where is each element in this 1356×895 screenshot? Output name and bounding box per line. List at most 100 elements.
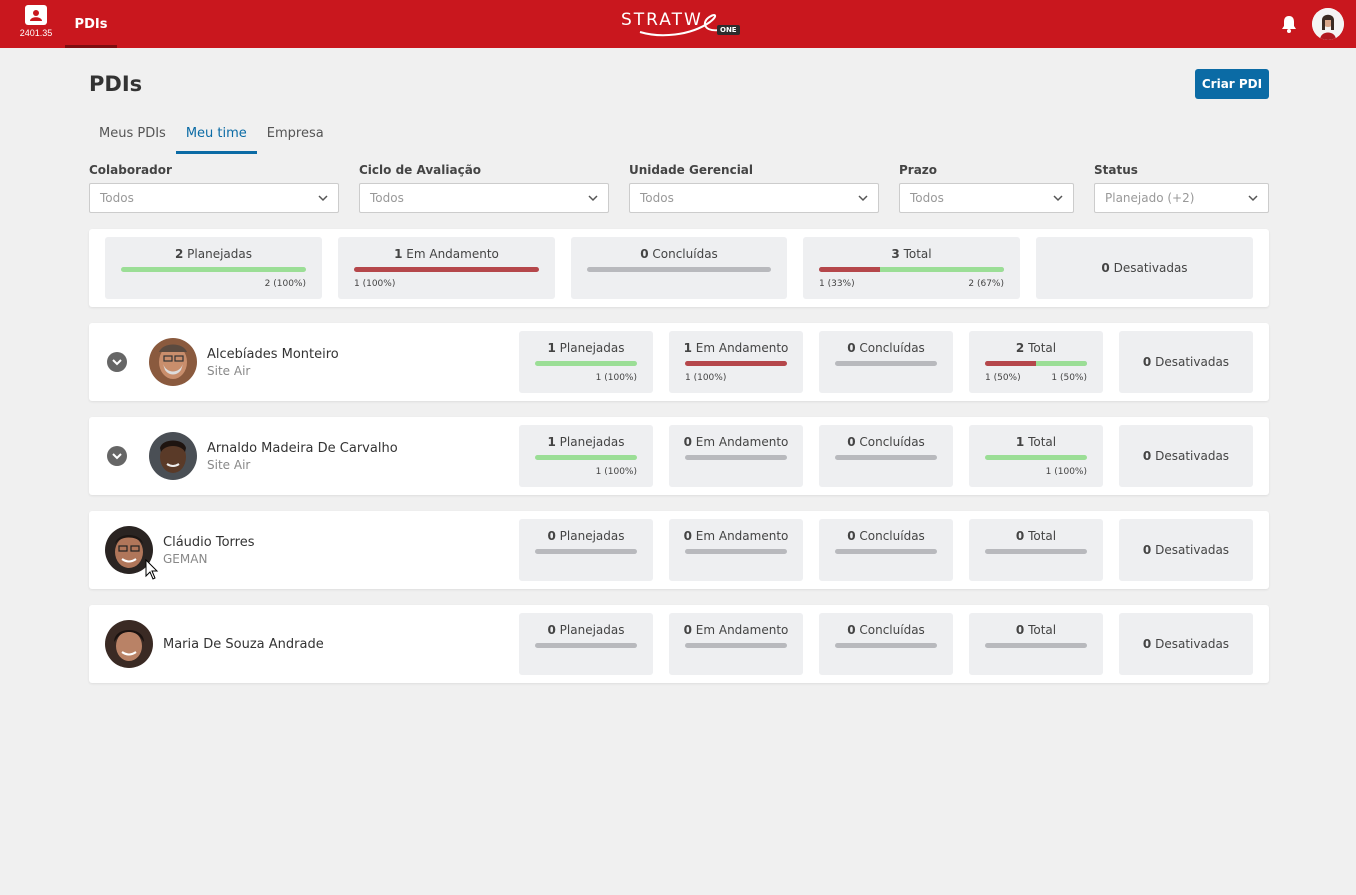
person-in-progress[interactable]: 1 Em Andamento 1 (100%) xyxy=(669,331,803,393)
summary-in-progress[interactable]: 1 Em Andamento 1 (100%) xyxy=(338,237,555,299)
person-disabled[interactable]: 0 Desativadas xyxy=(1119,331,1253,393)
progress-bar xyxy=(985,549,1087,554)
person-row[interactable]: Arnaldo Madeira De Carvalho Site Air 1 P… xyxy=(89,417,1269,495)
person-total[interactable]: 2 Total 1 (50%) 1 (50%) xyxy=(969,331,1103,393)
colaborador-select[interactable]: Todos xyxy=(89,183,339,213)
stat-label: 0 Em Andamento xyxy=(669,623,803,637)
person-completed[interactable]: 0 Concluídas xyxy=(819,425,953,487)
stat-text: Concluídas xyxy=(859,623,925,637)
stat-text: Desativadas xyxy=(1155,637,1230,651)
stat-count: 0 xyxy=(683,529,692,543)
stat-percent-left: 1 (50%) xyxy=(985,373,1021,383)
select-value: Todos xyxy=(100,191,134,205)
stat-label: 1 Em Andamento xyxy=(338,247,555,261)
stat-text: Desativadas xyxy=(1113,261,1188,275)
person-name: Alcebíades Monteiro xyxy=(207,347,339,362)
stat-percent: 1 (100%) xyxy=(1045,467,1087,477)
stat-label: 0 Em Andamento xyxy=(669,435,803,449)
person-row[interactable]: Cláudio Torres GEMAN 0 Planejadas 0 Em A… xyxy=(89,511,1269,589)
stat-label: 0 Concluídas xyxy=(819,435,953,449)
stat-count: 0 xyxy=(683,435,692,449)
person-completed[interactable]: 0 Concluídas xyxy=(819,331,953,393)
top-tab-pdis[interactable]: PDIs xyxy=(65,0,117,48)
chevron-down-icon xyxy=(318,195,328,202)
person-in-progress[interactable]: 0 Em Andamento xyxy=(669,613,803,675)
stat-percent: 2 (100%) xyxy=(264,279,306,289)
stat-text: Concluídas xyxy=(859,435,925,449)
summary-planned[interactable]: 2 Planejadas 2 (100%) xyxy=(105,237,322,299)
prazo-select[interactable]: Todos xyxy=(899,183,1074,213)
expand-toggle[interactable] xyxy=(107,352,127,372)
stat-count: 0 xyxy=(547,529,556,543)
stat-text: Planejadas xyxy=(559,623,625,637)
stat-label: 0 Desativadas xyxy=(1119,519,1253,581)
stat-text: Planejadas xyxy=(559,529,625,543)
stat-count: 2 xyxy=(1015,341,1025,355)
stat-percent: 1 (100%) xyxy=(685,373,727,383)
stat-label: 1 Planejadas xyxy=(519,341,653,355)
stat-text: Em Andamento xyxy=(695,435,789,449)
stat-text: Desativadas xyxy=(1155,355,1230,369)
progress-bar xyxy=(535,643,637,648)
tab-empresa[interactable]: Empresa xyxy=(257,117,334,154)
page-title: PDIs xyxy=(89,72,143,96)
tab-meus-pdis[interactable]: Meus PDIs xyxy=(89,117,176,154)
expand-toggle[interactable] xyxy=(107,446,127,466)
stat-text: Total xyxy=(1028,529,1057,543)
summary-total[interactable]: 3 Total 1 (33%) 2 (67%) xyxy=(803,237,1020,299)
person-total[interactable]: 0 Total xyxy=(969,519,1103,581)
person-row[interactable]: Alcebíades Monteiro Site Air 1 Planejada… xyxy=(89,323,1269,401)
stat-text: Total xyxy=(1028,623,1057,637)
progress-bar xyxy=(685,361,787,366)
progress-bar xyxy=(685,455,787,460)
bell-icon[interactable] xyxy=(1280,14,1298,34)
summary-disabled[interactable]: 0 Desativadas xyxy=(1036,237,1253,299)
progress-bar xyxy=(685,643,787,648)
person-disabled[interactable]: 0 Desativadas xyxy=(1119,425,1253,487)
app-switcher[interactable]: 2401.35 xyxy=(14,5,58,45)
chevron-down-icon xyxy=(112,453,122,460)
unidade-select[interactable]: Todos xyxy=(629,183,879,213)
stat-count: 0 xyxy=(1015,529,1025,543)
stat-text: Em Andamento xyxy=(695,529,789,543)
create-pdi-button[interactable]: Criar PDI xyxy=(1195,69,1269,99)
person-unit: Site Air xyxy=(207,364,251,378)
stat-count: 0 xyxy=(683,623,692,637)
app-code: 2401.35 xyxy=(19,28,53,38)
person-in-progress[interactable]: 0 Em Andamento xyxy=(669,425,803,487)
person-row[interactable]: Maria De Souza Andrade 0 Planejadas 0 Em… xyxy=(89,605,1269,683)
stat-label: 2 Total xyxy=(969,341,1103,355)
person-completed[interactable]: 0 Concluídas xyxy=(819,613,953,675)
filter-label-unidade: Unidade Gerencial xyxy=(629,163,754,177)
chevron-down-icon xyxy=(1053,195,1063,202)
stat-percent: 1 (100%) xyxy=(595,467,637,477)
person-planned[interactable]: 1 Planejadas 1 (100%) xyxy=(519,331,653,393)
stat-percent-right: 2 (67%) xyxy=(968,279,1004,289)
stat-label: 0 Concluídas xyxy=(819,341,953,355)
person-total[interactable]: 1 Total 1 (100%) xyxy=(969,425,1103,487)
filter-label-prazo: Prazo xyxy=(899,163,938,177)
ciclo-select[interactable]: Todos xyxy=(359,183,609,213)
person-unit: GEMAN xyxy=(163,552,208,566)
status-select[interactable]: Planejado (+2) xyxy=(1094,183,1269,213)
summary-completed[interactable]: 0 Concluídas xyxy=(571,237,787,299)
person-total[interactable]: 0 Total xyxy=(969,613,1103,675)
tab-meu-time[interactable]: Meu time xyxy=(175,117,257,154)
person-in-progress[interactable]: 0 Em Andamento xyxy=(669,519,803,581)
person-completed[interactable]: 0 Concluídas xyxy=(819,519,953,581)
filter-label-status: Status xyxy=(1094,163,1138,177)
stat-text: Planejadas xyxy=(559,341,625,355)
user-avatar[interactable] xyxy=(1312,8,1344,40)
person-name: Maria De Souza Andrade xyxy=(163,637,324,652)
person-planned[interactable]: 1 Planejadas 1 (100%) xyxy=(519,425,653,487)
person-planned[interactable]: 0 Planejadas xyxy=(519,613,653,675)
stat-text: Em Andamento xyxy=(695,341,789,355)
person-disabled[interactable]: 0 Desativadas xyxy=(1119,613,1253,675)
person-disabled[interactable]: 0 Desativadas xyxy=(1119,519,1253,581)
tab-bar: Meus PDIs Meu time Empresa xyxy=(89,117,334,154)
stat-count: 1 xyxy=(683,341,692,355)
progress-bar xyxy=(535,549,637,554)
person-planned[interactable]: 0 Planejadas xyxy=(519,519,653,581)
person-unit: Site Air xyxy=(207,458,251,472)
filter-label-ciclo: Ciclo de Avaliação xyxy=(359,163,482,177)
